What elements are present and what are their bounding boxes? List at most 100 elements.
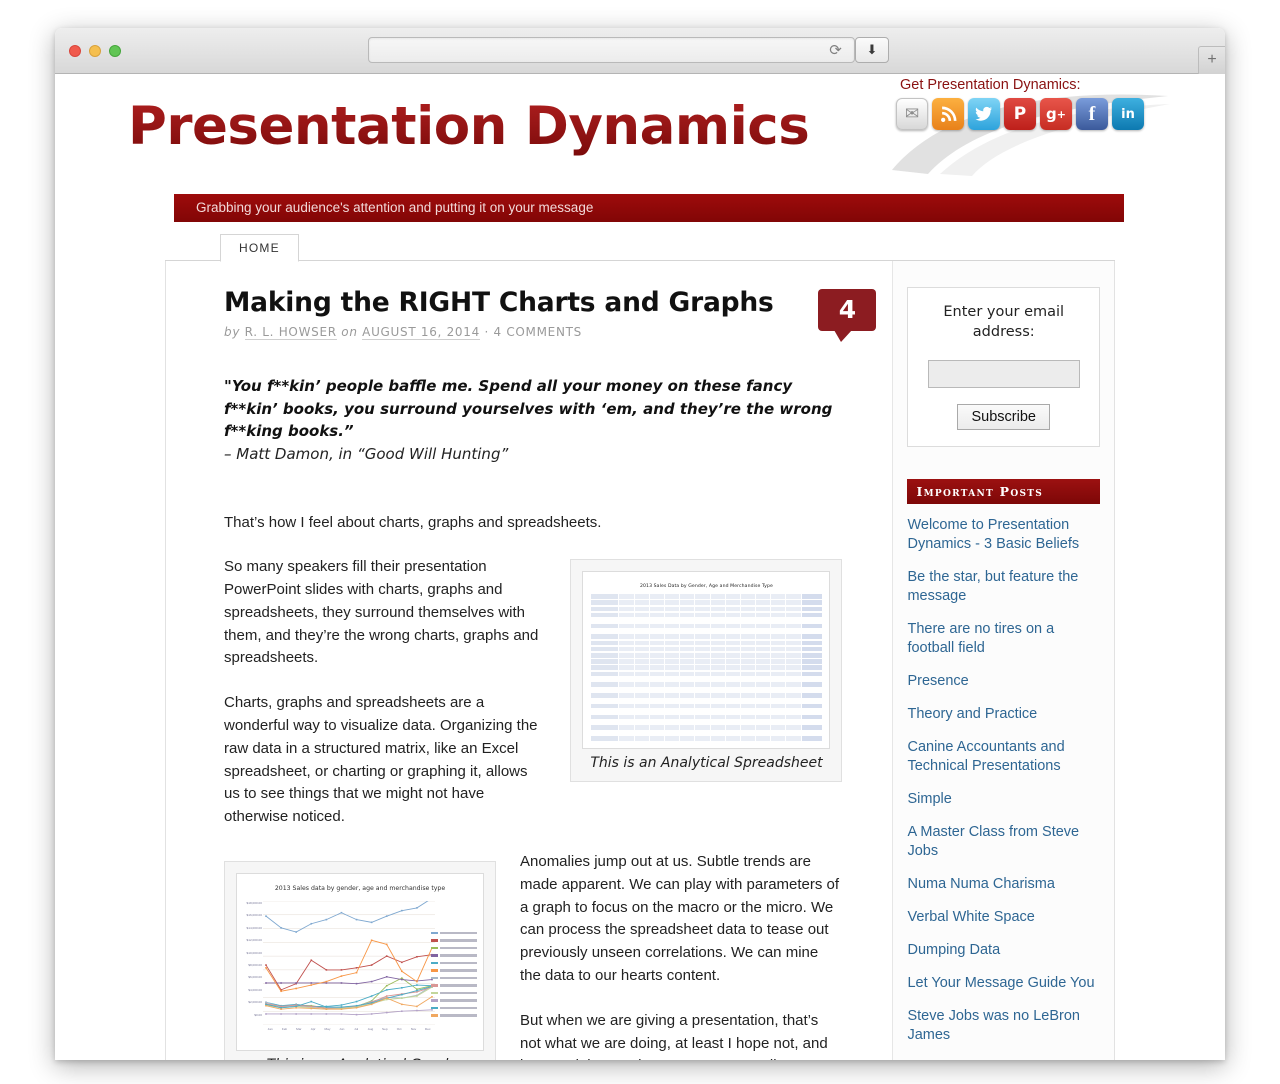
site-tagline: Grabbing your audience's attention and p… — [174, 194, 1124, 222]
table-cell — [591, 594, 619, 599]
page-viewport[interactable]: Presentation Dynamics Get Presentation D… — [55, 74, 1225, 1060]
graph-image[interactable]: 2013 Sales data by gender, age and merch… — [236, 873, 484, 1052]
site-logo[interactable]: Presentation Dynamics — [128, 96, 810, 157]
main-column: Making the RIGHT Charts and Graphs by R.… — [166, 261, 892, 1060]
googleplus-icon[interactable]: g + — [1040, 98, 1072, 130]
list-item: Theory and Practice — [907, 705, 1100, 724]
list-item: There are no tires on a football field — [907, 620, 1100, 658]
legend-item — [431, 974, 477, 982]
facebook-icon[interactable]: f — [1076, 98, 1108, 130]
email-field[interactable] — [927, 360, 1080, 388]
maximize-window-button[interactable] — [109, 45, 121, 57]
sidebar-link[interactable]: Steve Jobs was no LeBron James — [907, 1007, 1100, 1045]
sidebar-link[interactable]: A Master Class from Steve Jobs — [907, 823, 1100, 861]
y-tick-label: $18,000.00 — [246, 901, 262, 906]
legend-label — [440, 984, 477, 987]
linkedin-icon[interactable]: in — [1112, 98, 1144, 130]
legend-swatch — [431, 991, 438, 995]
sidebar-link[interactable]: Welcome to Presentation Dynamics - 3 Bas… — [907, 516, 1100, 554]
web-page: Presentation Dynamics Get Presentation D… — [55, 74, 1225, 1060]
list-item: Dumping Data — [907, 941, 1100, 960]
pinterest-icon[interactable]: P — [1004, 98, 1036, 130]
legend-label — [440, 961, 477, 965]
legend-swatch — [431, 1014, 438, 1017]
spreadsheet-grid — [583, 589, 829, 741]
social-icon-list: ✉ P g + f in — [896, 98, 1168, 130]
close-window-button[interactable] — [69, 45, 81, 57]
post-date[interactable]: AUGUST 16, 2014 — [362, 325, 480, 340]
chart-series-line — [266, 1009, 433, 1016]
table-row — [591, 594, 822, 599]
post-author[interactable]: R. L. HOWSER — [244, 325, 337, 340]
spreadsheet-image-title: 2013 Sales Data by Gender, Age and Merch… — [640, 584, 773, 590]
table-row — [591, 652, 822, 658]
list-item: Welcome to Presentation Dynamics - 3 Bas… — [907, 516, 1100, 554]
x-tick-label: Aug — [367, 1027, 374, 1032]
social-block: Get Presentation Dynamics: ✉ P g + f in — [896, 77, 1168, 130]
reload-icon[interactable]: ⟳ — [827, 42, 844, 59]
sidebar-link[interactable]: Canine Accountants and Technical Present… — [907, 738, 1100, 776]
important-posts-heading: Important Posts — [907, 479, 1100, 504]
meta-separator: · — [484, 325, 489, 339]
email-icon[interactable]: ✉ — [896, 98, 928, 130]
primary-nav: HOME — [165, 234, 1115, 262]
x-tick-label: Sep — [382, 1027, 388, 1032]
table-row — [591, 640, 822, 646]
comment-count-badge[interactable]: 4 — [818, 289, 877, 342]
chart-series-line — [265, 901, 429, 933]
table-row — [591, 659, 822, 664]
new-tab-button[interactable]: + — [1198, 46, 1225, 74]
download-button[interactable]: ⬇ — [855, 37, 889, 63]
sidebar-link[interactable]: Be the star, but feature the message — [907, 568, 1100, 606]
y-tick-label: $8,000.00 — [248, 963, 262, 968]
sidebar-link[interactable]: Simple — [907, 790, 1100, 809]
y-tick-label: $2,000.00 — [248, 1000, 262, 1005]
sidebar-link[interactable]: There are no tires on a football field — [907, 620, 1100, 658]
browser-titlebar: ⟳ ⬇ + — [55, 28, 1225, 74]
graph-image-title: 2013 Sales data by gender, age and merch… — [274, 885, 446, 893]
x-tick-label: Oct — [396, 1027, 402, 1032]
sidebar: Enter your email address: Subscribe Impo… — [892, 261, 1114, 1060]
page-title: Making the RIGHT Charts and Graphs — [224, 287, 774, 318]
legend-item — [431, 1004, 477, 1012]
x-tick-label: Feb — [281, 1027, 288, 1032]
figure-caption: This is an Analytical Spreadsheet — [590, 755, 823, 772]
list-item: Be the star, but feature the message — [907, 568, 1100, 606]
y-tick-label: $12,000.00 — [246, 938, 262, 943]
important-posts-list: Welcome to Presentation Dynamics - 3 Bas… — [907, 516, 1100, 1045]
legend-item — [431, 952, 477, 960]
list-item: Steve Jobs was no LeBron James — [907, 1007, 1100, 1045]
legend-swatch — [431, 1006, 438, 1010]
spreadsheet-image[interactable]: 2013 Sales Data by Gender, Age and Merch… — [582, 571, 831, 750]
post-comments-link[interactable]: 4 COMMENTS — [493, 325, 582, 339]
address-bar[interactable]: ⟳ — [368, 37, 855, 63]
y-tick-label: $10,000.00 — [246, 950, 262, 955]
legend-label — [440, 946, 477, 950]
post-paragraph: That’s how I feel about charts, graphs a… — [224, 513, 602, 531]
list-item: Presence — [907, 672, 1100, 691]
rss-icon[interactable] — [932, 98, 964, 130]
twitter-icon[interactable] — [968, 98, 1000, 130]
meta-on-label: on — [341, 325, 358, 339]
graph-plot-area — [263, 901, 435, 1026]
sidebar-link[interactable]: Verbal White Space — [907, 908, 1100, 927]
table-row — [591, 606, 822, 612]
sidebar-link[interactable]: Numa Numa Charisma — [907, 875, 1100, 894]
y-tick-label: $6,000.00 — [248, 975, 262, 980]
sidebar-link[interactable]: Let Your Message Guide You — [907, 974, 1100, 993]
minimize-window-button[interactable] — [89, 45, 101, 57]
subscribe-button[interactable]: Subscribe — [957, 404, 1050, 430]
sidebar-link[interactable]: Theory and Practice — [907, 705, 1100, 724]
legend-swatch — [431, 931, 438, 935]
x-tick-label: Mar — [296, 1027, 302, 1032]
sidebar-link[interactable]: Dumping Data — [907, 941, 1100, 960]
browser-window: ⟳ ⬇ + Presentation Dynamics Get Presenta… — [55, 28, 1225, 1060]
legend-swatch — [431, 969, 438, 972]
nav-item-home[interactable]: HOME — [220, 234, 299, 262]
list-item: Canine Accountants and Technical Present… — [907, 738, 1100, 776]
legend-item — [431, 989, 477, 997]
x-tick-label: May — [324, 1027, 331, 1032]
legend-label — [440, 939, 477, 942]
sidebar-link[interactable]: Presence — [907, 672, 1100, 691]
figure-caption: This is an Analytical Graph — [236, 1051, 484, 1060]
